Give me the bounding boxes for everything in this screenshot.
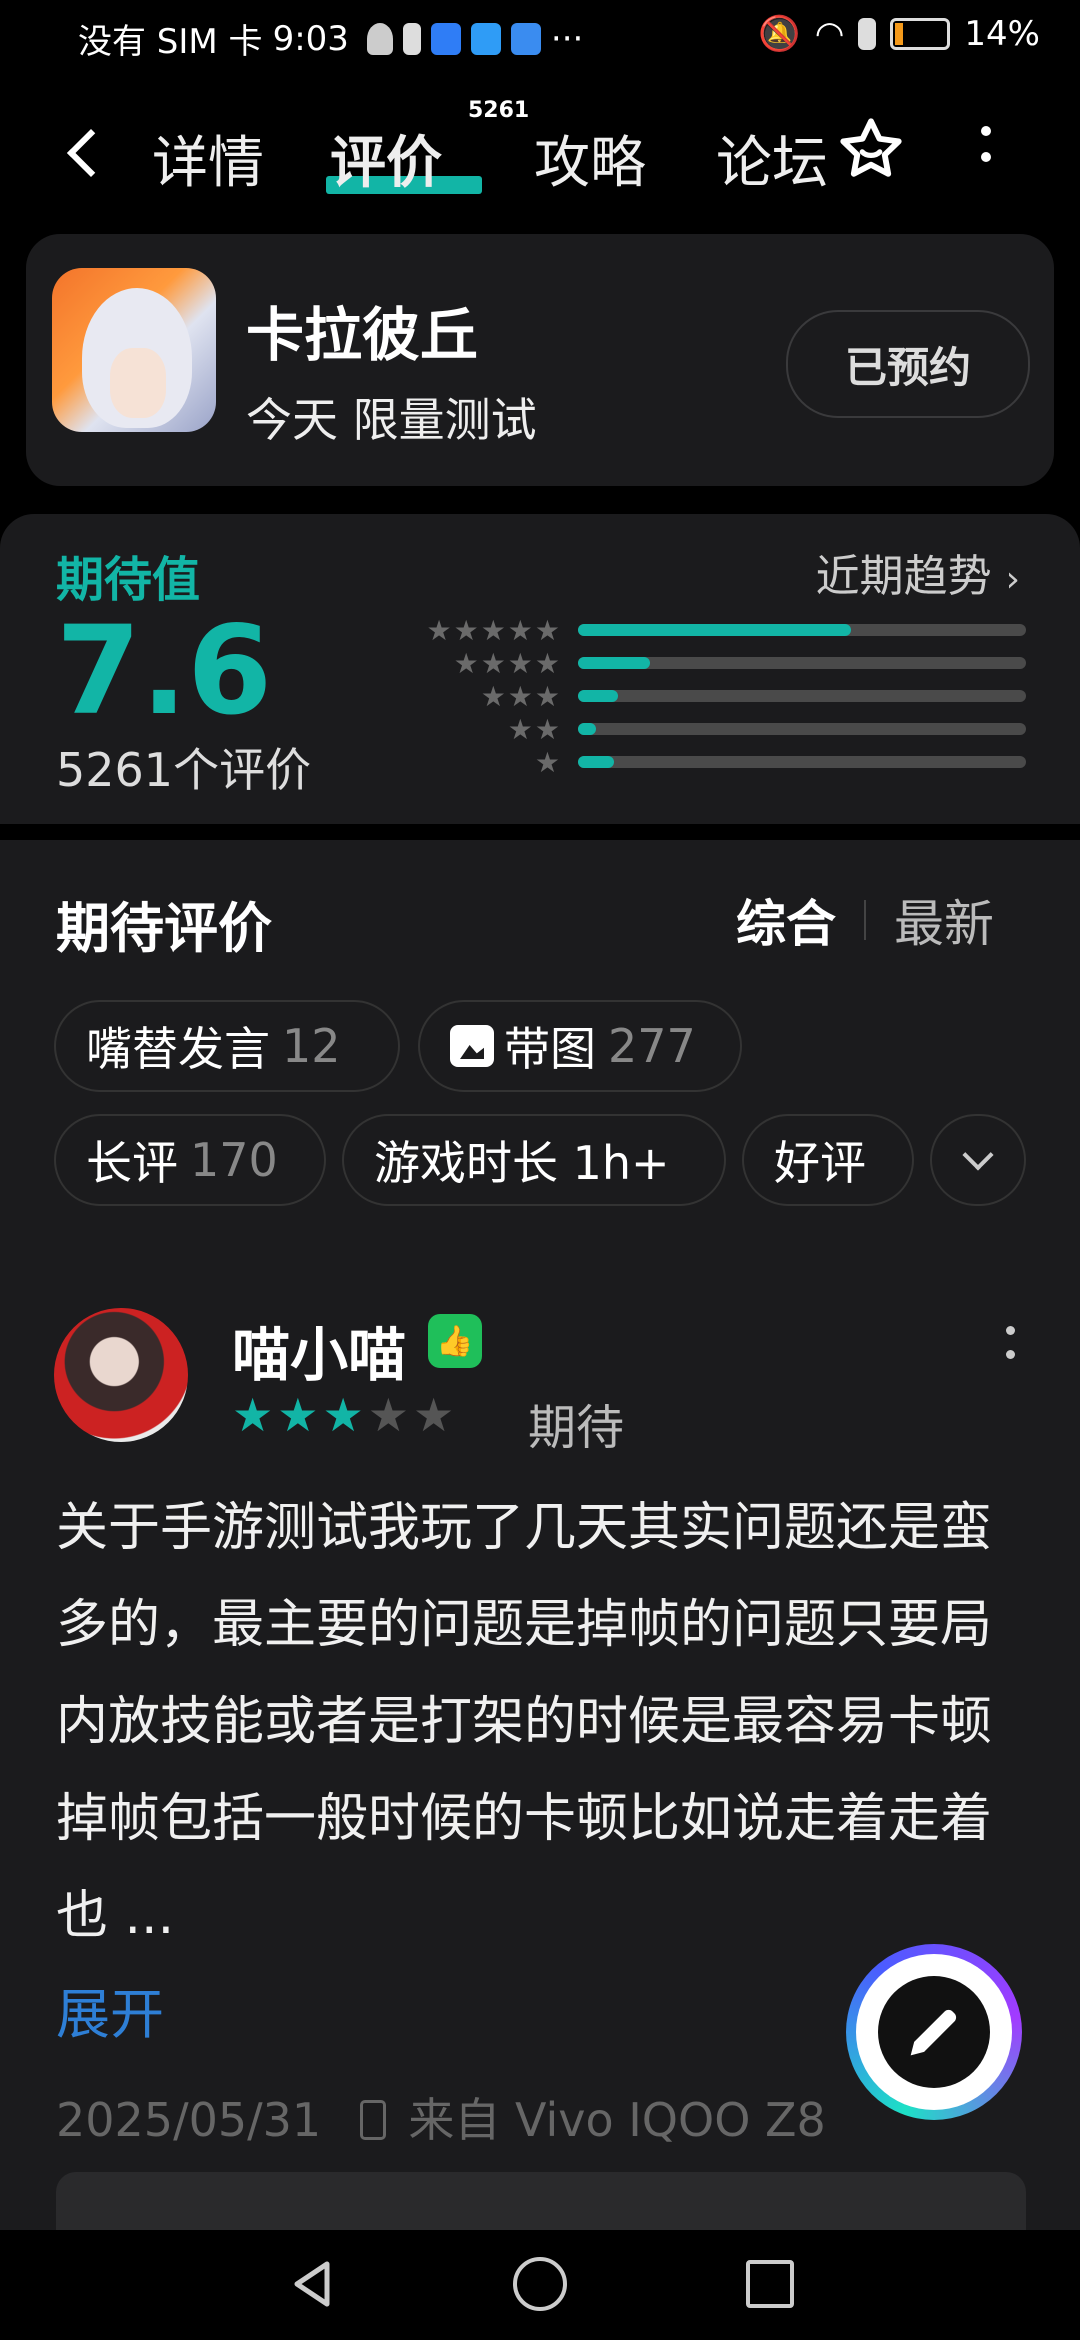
review-date: 2025/05/31 [56,2093,322,2147]
sim-status: 没有 SIM 卡 [78,22,263,62]
square-recents-icon [746,2260,794,2308]
reviews-count-badge: 5261 [468,98,530,123]
chip-label: 好评 [774,1136,866,1190]
system-nav-bar [0,2230,1080,2340]
game-icon [52,268,216,432]
star-icon: ★ [322,1388,368,1442]
back-button[interactable] [64,128,116,178]
rating-bar-fill-5 [578,624,852,636]
star-label-4: ★★★★ [453,647,562,680]
phone-icon [359,2100,386,2140]
image-icon [450,1025,494,1067]
star-label-1: ★ [534,746,562,779]
tab-forum[interactable]: 论坛 [716,118,828,199]
rating-bar-fill-3 [578,690,619,702]
expand-filters-button[interactable] [930,1114,1026,1206]
rating-bar-fill-1 [578,756,614,768]
back-nav-button[interactable] [282,2254,342,2314]
top-nav: 详情 评价 5261 攻略 论坛 [0,98,1080,210]
filter-chip[interactable]: 长评 170 [54,1114,326,1206]
pencil-icon [878,1976,990,2088]
chip-count: 12 [282,1019,341,1073]
star-label-5: ★★★★★ [426,614,562,647]
star-icon: ★ [277,1388,323,1442]
status-left: 没有 SIM 卡 9:03 ··· [78,14,583,63]
chip-label: 带图 [504,1022,596,1076]
home-nav-button[interactable] [510,2254,570,2314]
reviews-title: 期待评价 [56,897,272,960]
rating-bar-2 [578,723,1026,735]
battery-icon [890,18,951,50]
rating-panel: 期待值 近期趋势 › 7.6 5261个评价 ★★★★★ ★★★★ ★★★ ★★… [0,514,1080,824]
star-label-3: ★★★ [480,680,562,713]
chip-label: 长评 [86,1136,178,1190]
filter-chip[interactable]: 游戏时长 1h+ [342,1114,726,1206]
alert-icon [402,22,421,55]
avatar[interactable] [54,1308,188,1442]
more-vertical-icon [981,126,991,136]
triangle-back-icon [294,2261,330,2307]
review-username[interactable]: 喵小喵 [232,1308,406,1392]
search-app-icon [470,22,501,55]
reserved-button[interactable]: 已预约 [786,310,1030,418]
rating-bar-fill-2 [578,723,596,735]
rating-bar-3 [578,690,1026,702]
chevron-left-icon [66,128,116,178]
more-vertical-icon [1006,1326,1015,1335]
review-meta: 2025/05/31 来自 Vivo IQOO Z8 [56,2084,826,2150]
rating-distribution: ★★★★★ ★★★★ ★★★ ★★ ★ [0,514,1080,824]
circle-home-icon [513,2257,567,2311]
weather-app-icon [510,22,541,55]
rating-bar-1 [578,756,1026,768]
sort-latest[interactable]: 最新 [894,884,994,956]
mute-icon: 🔕 [758,14,801,54]
thumbs-up-badge-icon: 👍 [428,1314,482,1368]
game-title: 卡拉彼丘 [246,301,479,369]
fab-ring [856,1954,1012,2110]
filter-chip[interactable]: 带图 277 [418,1000,742,1092]
tab-details[interactable]: 详情 [152,118,264,199]
game-card[interactable]: 卡拉彼丘 今天 限量测试 已预约 [26,234,1054,486]
battery-level: 14% [964,14,1040,54]
status-right: 🔕 ◠ 14% [758,14,1040,54]
more-notifications: ··· [550,18,584,59]
filter-chip[interactable]: 好评 [742,1114,914,1206]
star-icon: ★ [232,1388,278,1442]
chip-count: 277 [608,1019,696,1073]
status-bar: 没有 SIM 卡 9:03 ··· 🔕 ◠ 14% [0,0,1080,80]
sort-divider [864,900,866,940]
review-more-button[interactable] [1006,1320,1015,1335]
chip-count: 170 [190,1133,278,1187]
review-device: 来自 Vivo IQOO Z8 [408,2093,826,2147]
rating-bar-fill-4 [578,657,650,669]
star-label-2: ★★ [507,713,562,746]
alert-icon [858,18,877,50]
bulb-app-icon [430,22,461,55]
star-icon [840,118,902,177]
notification-bell-icon [366,22,393,55]
star-icon: ★ [367,1388,413,1442]
chip-label: 游戏时长 1h+ [374,1136,670,1190]
star-icon: ★ [413,1388,459,1442]
sort-comprehensive[interactable]: 综合 [736,884,836,956]
expand-link[interactable]: 展开 [56,1970,164,2049]
recents-nav-button[interactable] [740,2254,800,2314]
chevron-down-icon [962,1139,994,1171]
write-review-button[interactable] [846,1944,1022,2120]
favorite-button[interactable] [836,114,906,184]
game-subtitle: 今天 限量测试 [246,393,537,447]
rating-bar-4 [578,657,1026,669]
rating-bar-5 [578,624,1026,636]
review-stars: ★★★★★ [232,1388,458,1442]
tab-guides[interactable]: 攻略 [534,118,646,199]
chip-label: 嘴替发言 [86,1022,270,1076]
more-button[interactable] [976,122,996,182]
wifi-icon: ◠ [814,14,845,54]
review-body: 关于手游测试我玩了几天其实问题还是蛮多的，最主要的问题是掉帧的问题只要局内放技能… [56,1498,993,1946]
filter-chip[interactable]: 嘴替发言 12 [54,1000,400,1092]
clock: 9:03 [272,18,349,59]
tab-reviews[interactable]: 评价 [330,118,442,199]
review-tag: 期待 [528,1400,625,1456]
